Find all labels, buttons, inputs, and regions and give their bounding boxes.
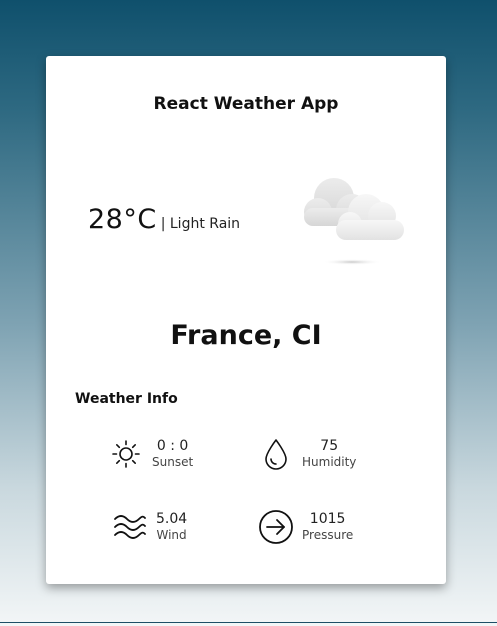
droplet-icon [258, 436, 294, 472]
weather-description: | Light Rain [160, 216, 241, 232]
footer-divider [0, 622, 497, 623]
wind-value: 5.04 [156, 511, 188, 527]
city-name: France, CI [170, 320, 322, 351]
weather-info-title: Weather Info [75, 391, 178, 407]
wind-icon [112, 509, 148, 545]
cloud-icon [300, 174, 410, 269]
wind-label: Wind [156, 528, 187, 542]
sunset-label: Sunset [152, 455, 194, 469]
pressure-arrow-icon [258, 509, 294, 545]
current-weather: 28°C | Light Rain [88, 204, 240, 235]
humidity-label: Humidity [302, 455, 357, 469]
weather-card: React Weather App 28°C | Light Rain Fran… [46, 56, 446, 584]
info-item-humidity: 75 Humidity [258, 436, 356, 472]
humidity-value: 75 [320, 438, 339, 454]
info-item-sunset: 0 : 0 Sunset [108, 436, 193, 472]
pressure-value: 1015 [309, 511, 346, 527]
temperature: 28°C [88, 204, 157, 235]
info-item-wind: 5.04 Wind [112, 509, 187, 545]
sunset-value: 0 : 0 [156, 438, 189, 454]
pressure-label: Pressure [302, 528, 354, 542]
app-title: React Weather App [153, 94, 339, 114]
sun-icon [108, 436, 144, 472]
info-item-pressure: 1015 Pressure [258, 509, 353, 545]
